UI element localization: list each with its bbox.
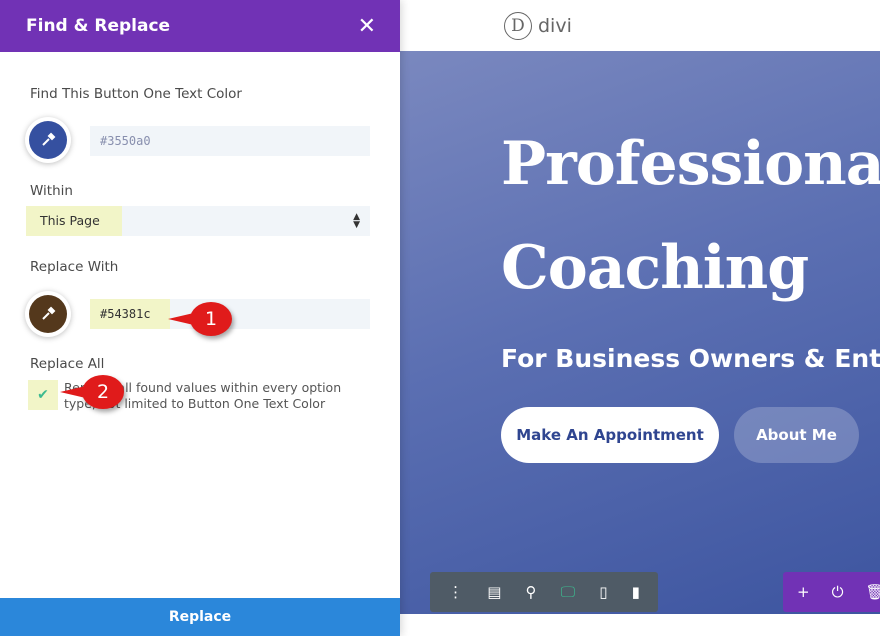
zoom-icon[interactable]: ⚲: [526, 583, 537, 601]
page-bottom: [400, 614, 880, 636]
find-replace-panel: Find & Replace ✕ Find This Button One Te…: [0, 0, 400, 636]
callout-1: 1: [168, 302, 232, 336]
about-me-button[interactable]: About Me: [734, 407, 859, 463]
hero-section: Professional Coaching For Business Owner…: [400, 51, 880, 614]
layout-icon[interactable]: ▤: [487, 583, 501, 601]
hero-subheading: For Business Owners & Entrepreneurs: [501, 344, 880, 373]
trash-icon[interactable]: 🗑: [865, 583, 880, 601]
hero-heading-line2: Coaching: [501, 233, 809, 303]
within-label: Within: [30, 183, 73, 199]
more-icon[interactable]: ⋮: [448, 583, 463, 601]
find-label: Find This Button One Text Color: [30, 86, 242, 102]
replace-all-checkbox[interactable]: ✔: [28, 380, 58, 410]
replace-value: #54381c: [90, 299, 170, 329]
replace-button[interactable]: Replace: [0, 598, 400, 636]
find-color-picker[interactable]: [25, 117, 71, 163]
replace-label: Replace With: [30, 259, 119, 275]
site-header: Ddivi: [400, 0, 880, 51]
panel-title: Find & Replace: [26, 16, 171, 36]
find-color-input[interactable]: #3550a0: [90, 126, 370, 156]
close-icon[interactable]: ✕: [358, 14, 376, 39]
add-icon[interactable]: +: [797, 583, 810, 601]
select-arrows-icon: ▲ ▼: [353, 212, 360, 230]
power-icon[interactable]: ⏻: [832, 583, 844, 601]
callout-2: 2: [60, 375, 124, 409]
within-value: This Page: [26, 206, 122, 236]
replace-color-picker[interactable]: [25, 291, 71, 337]
within-select[interactable]: This Page ▲ ▼: [26, 206, 370, 236]
tablet-icon[interactable]: ▯: [599, 583, 607, 601]
view-toolbar: ⋮ ▤ ⚲ 🖵 ▯ ▮: [430, 572, 658, 612]
divi-logo[interactable]: Ddivi: [504, 12, 572, 40]
eyedropper-icon: [29, 121, 67, 159]
desktop-icon[interactable]: 🖵: [561, 583, 575, 601]
phone-icon[interactable]: ▮: [632, 583, 640, 601]
hero-heading-line1: Professional: [501, 129, 880, 199]
make-appointment-button[interactable]: Make An Appointment: [501, 407, 719, 463]
replace-all-label: Replace All: [30, 356, 105, 372]
panel-header: Find & Replace ✕: [0, 0, 400, 52]
eyedropper-icon: [29, 295, 67, 333]
page-toolbar: + ⏻ 🗑: [783, 572, 880, 612]
